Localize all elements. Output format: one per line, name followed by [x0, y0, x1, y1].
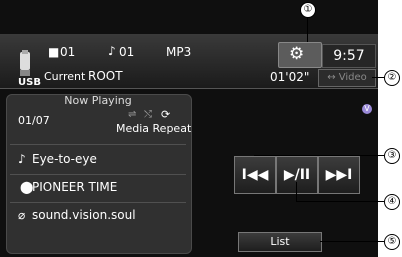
callout-1: ① — [300, 2, 316, 18]
source-label: USB — [18, 77, 41, 88]
repeat-icon: ⟳ — [161, 108, 171, 121]
leader-line — [254, 155, 384, 156]
music-note-icon: ♪ — [18, 152, 26, 166]
leader-line — [296, 182, 297, 201]
folder-icon: ■ — [48, 45, 60, 59]
track-count: 01/07 — [18, 114, 50, 127]
callout-2: ② — [384, 70, 400, 86]
video-button[interactable]: ↔ Video — [318, 69, 376, 87]
settings-button[interactable]: ⚙ — [278, 42, 322, 68]
leader-line — [307, 17, 308, 42]
artist-name: PIONEER TIME — [32, 180, 118, 194]
random-off-icon: ⤭ — [144, 109, 152, 120]
current-label: Current — [44, 70, 86, 83]
previous-button[interactable]: I◀◀ — [234, 156, 276, 194]
list-button[interactable]: List — [238, 232, 322, 252]
v-badge: V — [362, 104, 372, 114]
repeat-mode-label: Media Repeat — [116, 122, 192, 135]
folder-number: 01 — [60, 45, 76, 59]
file-format: MP3 — [166, 45, 192, 59]
callout-5: ⑤ — [384, 234, 400, 250]
album-name: sound.vision.soul — [32, 208, 136, 222]
leader-line — [320, 241, 384, 242]
divider — [10, 144, 186, 145]
gear-icon: ⚙ — [289, 44, 305, 64]
album-icon: ⌀ — [18, 208, 26, 222]
leader-line — [372, 77, 384, 78]
track-number: 01 — [119, 45, 135, 59]
folder-name: ROOT — [88, 69, 123, 83]
now-playing-title: Now Playing — [64, 94, 132, 107]
divider — [10, 202, 186, 203]
music-note-icon: ♪ — [108, 44, 116, 58]
song-title: Eye-to-eye — [32, 152, 97, 166]
callout-4: ④ — [384, 194, 400, 210]
divider — [10, 174, 186, 175]
shuffle-off-icon: ⇌ — [128, 109, 137, 120]
clock: 9:57 — [322, 44, 376, 68]
switch-arrow-icon: ↔ — [327, 72, 336, 83]
play-pause-button[interactable]: ▶/II — [276, 156, 318, 194]
video-label: Video — [338, 72, 367, 83]
elapsed-time: 01'02" — [270, 70, 310, 84]
callout-3: ③ — [384, 148, 400, 164]
next-button[interactable]: ▶▶I — [318, 156, 360, 194]
leader-line — [296, 201, 384, 202]
